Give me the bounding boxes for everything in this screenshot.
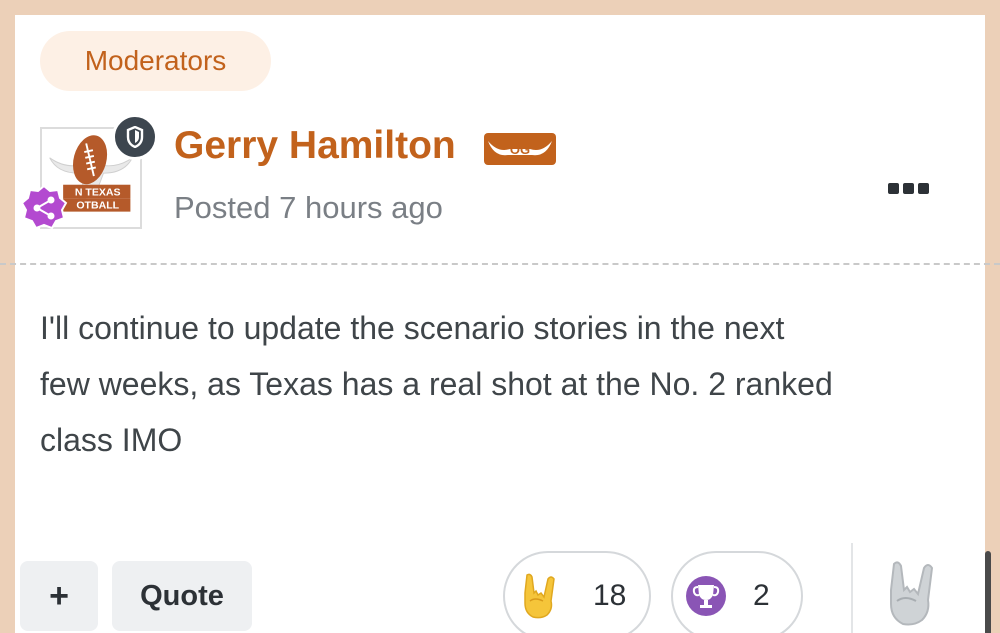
post-line: few weeks, as Texas has a real shot at t… bbox=[40, 366, 833, 402]
reaction-count: 18 bbox=[593, 579, 627, 612]
moderator-shield-icon bbox=[112, 114, 158, 160]
trophy-icon bbox=[686, 576, 726, 616]
more-dot bbox=[917, 182, 929, 194]
post-line: I'll continue to update the scenario sto… bbox=[40, 310, 785, 346]
avatar-line-1: N TEXAS bbox=[75, 186, 121, 198]
multiquote-add-button[interactable]: + bbox=[20, 561, 98, 631]
add-reaction-button[interactable] bbox=[882, 558, 944, 630]
avatar-line-2: OTBALL bbox=[76, 200, 119, 212]
share-network-icon bbox=[20, 184, 68, 232]
quote-button[interactable]: Quote bbox=[112, 561, 252, 631]
og-badge-text: OG bbox=[510, 142, 530, 157]
scrollbar-thumb[interactable] bbox=[985, 551, 991, 633]
separator bbox=[851, 543, 853, 633]
more-options-button[interactable] bbox=[884, 175, 932, 201]
more-dot bbox=[887, 182, 899, 194]
rock-on-hand-gray-icon bbox=[890, 561, 934, 626]
group-badge[interactable]: Moderators bbox=[40, 31, 271, 91]
reaction-count: 2 bbox=[753, 579, 770, 612]
post-body: I'll continue to update the scenario sto… bbox=[40, 300, 960, 468]
rock-on-hand-icon bbox=[524, 573, 555, 619]
reaction-rock-on[interactable]: 18 bbox=[503, 551, 651, 633]
post-line: class IMO bbox=[40, 422, 183, 458]
post-timestamp[interactable]: Posted 7 hours ago bbox=[174, 190, 443, 226]
reaction-trophy[interactable]: 2 bbox=[671, 551, 803, 633]
divider bbox=[0, 263, 1000, 265]
more-dot bbox=[902, 182, 914, 194]
author-name[interactable]: Gerry Hamilton bbox=[174, 124, 456, 168]
og-badge: OG bbox=[484, 133, 556, 165]
